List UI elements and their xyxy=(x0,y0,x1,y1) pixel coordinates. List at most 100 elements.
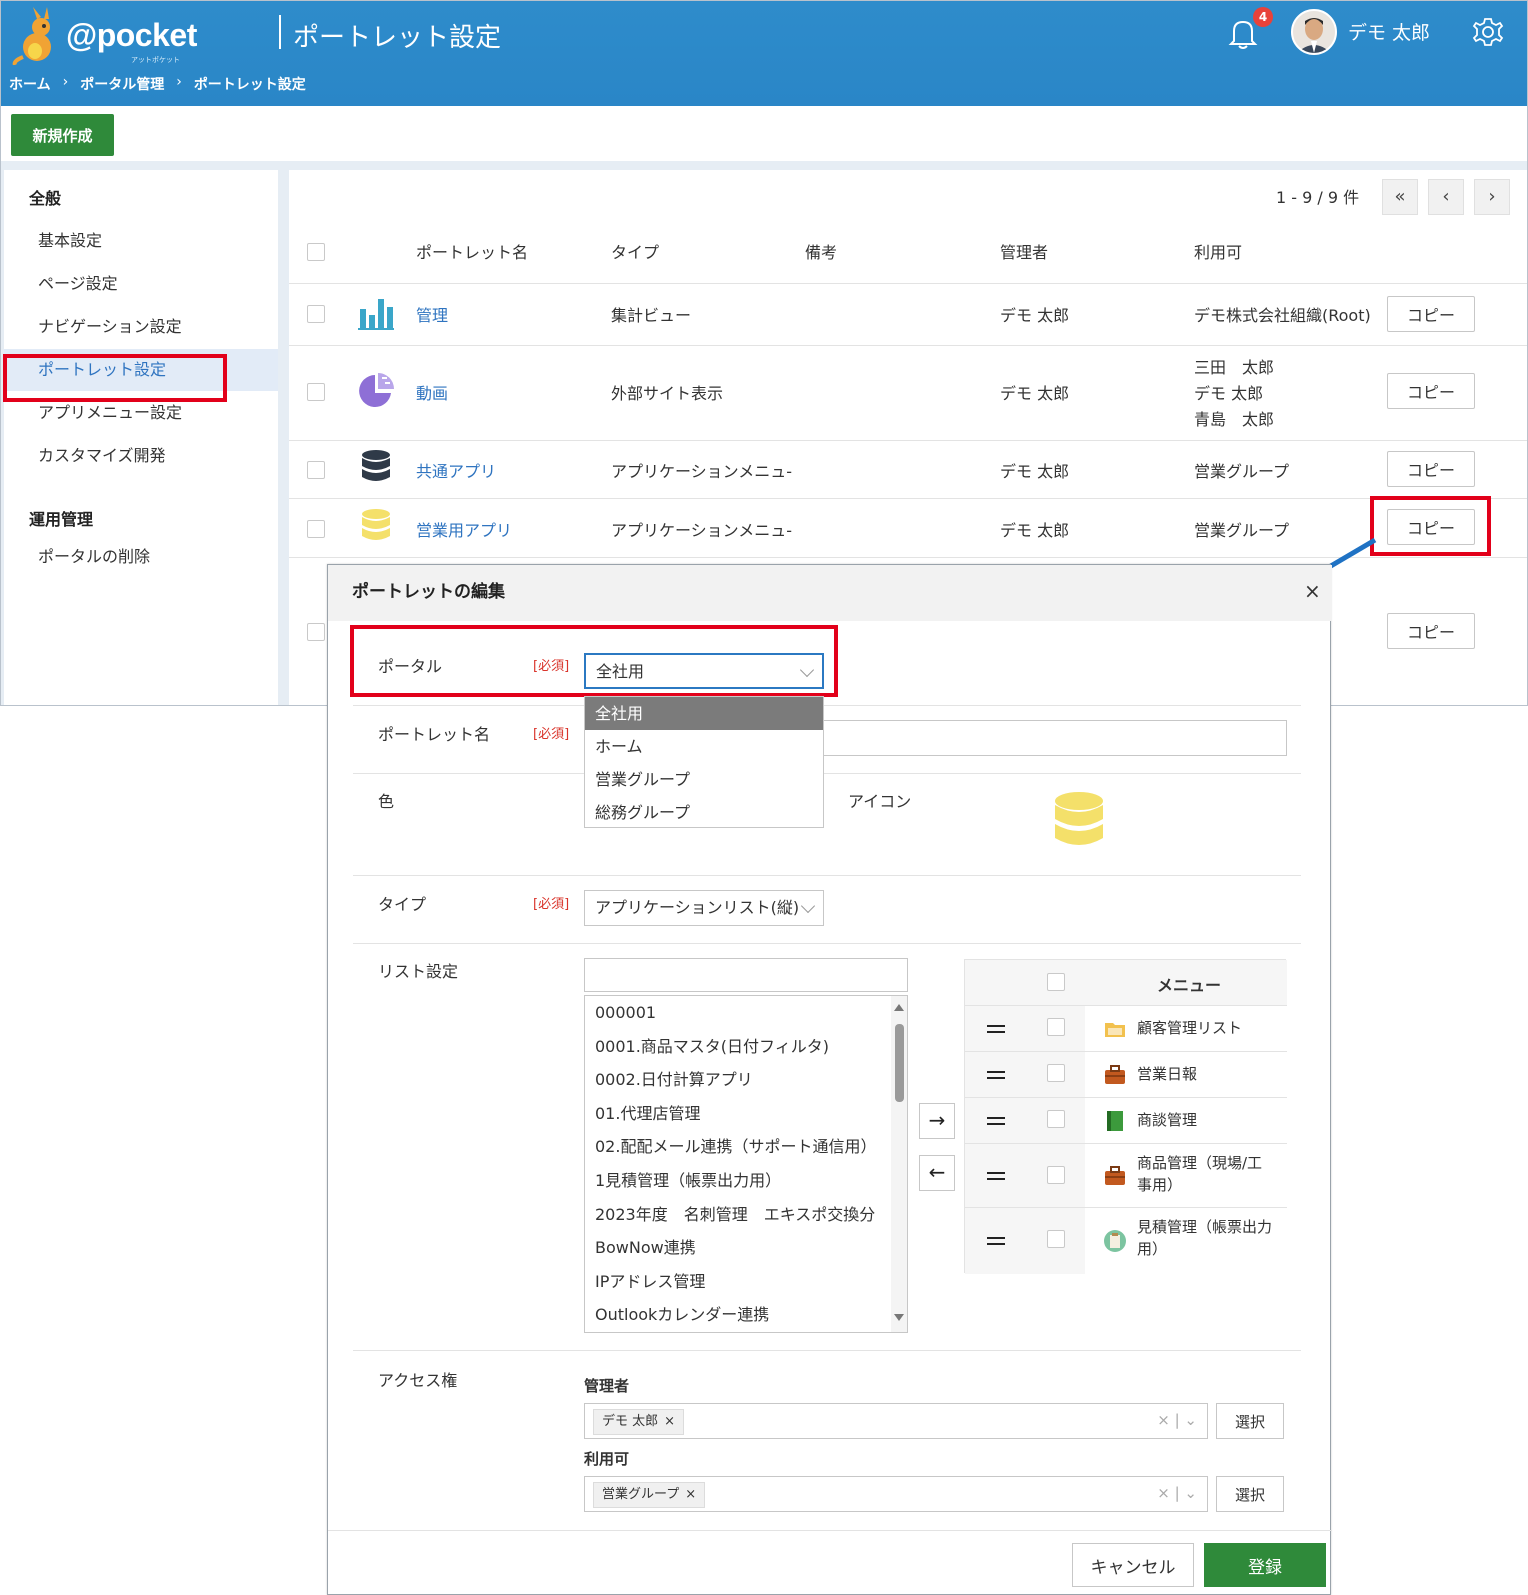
row-checkbox[interactable] xyxy=(307,383,325,401)
menu-item-label: 商品管理（現場/工事用） xyxy=(1137,1154,1263,1194)
pager-next-button[interactable]: › xyxy=(1474,179,1510,215)
list-item[interactable]: 0001.商品マスタ(日付フィルタ) xyxy=(585,1030,907,1064)
admin-tag-field[interactable]: デモ 太郎 × × | ⌄ xyxy=(584,1403,1208,1439)
menu-header-label: メニュー xyxy=(1157,976,1222,995)
breadcrumb-portal-admin[interactable]: ポータル管理 xyxy=(80,74,164,94)
breadcrumb-home[interactable]: ホーム xyxy=(9,74,51,94)
scroll-up-icon[interactable] xyxy=(894,1004,904,1011)
row-checkbox[interactable] xyxy=(307,461,325,479)
list-item[interactable]: 000001 xyxy=(585,996,907,1030)
row-checkbox[interactable] xyxy=(307,623,325,641)
sidebar-item-custom-development[interactable]: カスタマイズ開発 xyxy=(4,435,278,477)
admin-tag-label: デモ 太郎 xyxy=(602,1414,659,1429)
tag-remove-icon[interactable]: × xyxy=(664,1414,675,1429)
menu-row-checkbox[interactable] xyxy=(1047,1110,1065,1128)
portlet-name-link[interactable]: 共通アプリ xyxy=(416,458,496,482)
portal-option[interactable]: ホーム xyxy=(585,730,823,763)
new-button[interactable]: 新規作成 xyxy=(11,114,114,156)
menu-item-label: 見積管理（帳票出力用） xyxy=(1137,1218,1273,1258)
chevron-down-icon[interactable]: ⌄ xyxy=(1184,1411,1197,1429)
clear-icon[interactable]: × xyxy=(1157,1411,1170,1429)
drag-handle-icon[interactable] xyxy=(987,1071,1005,1079)
menu-table: メニュー 顧客管理リスト 営業日報 商談管理 商品管理（現場/工事用） 見積管理… xyxy=(964,959,1287,1274)
app-logo[interactable]: @pocket アットポケット xyxy=(11,7,211,65)
list-item[interactable]: 02.配配メール連携（サポート通信用） xyxy=(585,1130,907,1164)
usable-select-button[interactable]: 選択 xyxy=(1216,1476,1284,1512)
drag-handle-icon[interactable] xyxy=(987,1237,1005,1245)
pager-first-button[interactable]: « xyxy=(1382,179,1418,215)
column-header-note[interactable]: 備考 xyxy=(805,239,837,263)
copy-button[interactable]: コピー xyxy=(1387,451,1475,487)
list-item[interactable]: 0002.日付計算アプリ xyxy=(585,1063,907,1097)
list-scrollbar[interactable] xyxy=(891,996,907,1332)
list-item[interactable]: IPアドレス管理 xyxy=(585,1265,907,1299)
clear-icon[interactable]: × xyxy=(1157,1484,1170,1502)
column-header-name[interactable]: ポートレット名 xyxy=(416,239,528,263)
menu-select-all-checkbox[interactable] xyxy=(1047,973,1065,991)
menu-row-checkbox[interactable] xyxy=(1047,1230,1065,1248)
move-left-button[interactable]: ← xyxy=(919,1155,955,1191)
notification-badge: 4 xyxy=(1253,7,1273,27)
column-header-type[interactable]: タイプ xyxy=(611,239,659,263)
portlet-name-link[interactable]: 管理 xyxy=(416,302,448,326)
list-search-input[interactable] xyxy=(584,958,908,992)
copy-button[interactable]: コピー xyxy=(1387,296,1475,332)
sidebar-item-page-settings[interactable]: ページ設定 xyxy=(4,263,278,305)
available-list[interactable]: 000001 0001.商品マスタ(日付フィルタ) 0002.日付計算アプリ 0… xyxy=(584,995,908,1333)
portal-option[interactable]: 全社用 xyxy=(585,697,823,730)
cancel-button[interactable]: キャンセル xyxy=(1072,1543,1194,1587)
copy-button[interactable]: コピー xyxy=(1387,373,1475,409)
usable-tag-field[interactable]: 営業グループ × × | ⌄ xyxy=(584,1476,1208,1512)
row-checkbox[interactable] xyxy=(307,520,325,538)
toolbar: 新規作成 xyxy=(1,106,1527,164)
sidebar-item-basic-settings[interactable]: 基本設定 xyxy=(4,220,278,262)
tag-remove-icon[interactable]: × xyxy=(685,1487,696,1502)
list-item[interactable]: BowNow連携 xyxy=(585,1231,907,1265)
sidebar-item-delete-portal[interactable]: ポータルの削除 xyxy=(4,536,278,578)
portlet-type: アプリケーションメニュ- xyxy=(611,462,792,481)
gear-icon[interactable] xyxy=(1471,15,1505,49)
select-all-checkbox[interactable] xyxy=(307,243,325,261)
pager-prev-button[interactable]: ‹ xyxy=(1428,179,1464,215)
color-label: 色 xyxy=(378,792,395,811)
avatar[interactable] xyxy=(1291,9,1337,55)
list-item[interactable]: 01.代理店管理 xyxy=(585,1097,907,1131)
menu-row-checkbox[interactable] xyxy=(1047,1018,1065,1036)
scrollbar-thumb[interactable] xyxy=(895,1024,904,1102)
list-item[interactable]: Outlookカレンダー連携 xyxy=(585,1298,907,1332)
sidebar-item-navigation-settings[interactable]: ナビゲーション設定 xyxy=(4,306,278,348)
move-right-button[interactable]: → xyxy=(919,1103,955,1139)
portal-option[interactable]: 営業グループ xyxy=(585,763,823,796)
portal-option[interactable]: 総務グループ xyxy=(585,796,823,829)
type-select[interactable]: アプリケーションリスト(縦) xyxy=(584,890,824,926)
drag-handle-icon[interactable] xyxy=(987,1025,1005,1033)
menu-item-cell: 見積管理（帳票出力用） xyxy=(1085,1208,1287,1274)
menu-row-checkbox[interactable] xyxy=(1047,1064,1065,1082)
menu-item-label: 商談管理 xyxy=(1137,1111,1198,1129)
database-icon xyxy=(362,450,390,481)
row-checkbox[interactable] xyxy=(307,305,325,323)
column-header-usable[interactable]: 利用可 xyxy=(1194,239,1242,263)
list-item[interactable]: 1見積管理（帳票出力用） xyxy=(585,1164,907,1198)
portlet-admin: デモ 太郎 xyxy=(1000,306,1070,325)
portlet-type: 外部サイト表示 xyxy=(611,384,724,403)
column-header-admin[interactable]: 管理者 xyxy=(1000,239,1048,263)
chevron-down-icon[interactable]: ⌄ xyxy=(1184,1484,1197,1502)
register-button[interactable]: 登録 xyxy=(1204,1543,1326,1587)
database-icon[interactable] xyxy=(1053,791,1105,855)
drag-handle-icon[interactable] xyxy=(987,1172,1005,1180)
user-name[interactable]: デモ 太郎 xyxy=(1348,18,1430,45)
admin-select-button[interactable]: 選択 xyxy=(1216,1403,1284,1439)
portlet-name-link[interactable]: 営業用アプリ xyxy=(416,517,512,541)
close-icon[interactable]: × xyxy=(1304,579,1321,603)
database-icon xyxy=(362,509,390,540)
list-item[interactable]: 2023年度 名刺管理 エキスポ交換分 xyxy=(585,1198,907,1232)
portlet-name-link[interactable]: 動画 xyxy=(416,380,448,404)
copy-button[interactable]: コピー xyxy=(1387,613,1475,649)
access-rights-label: アクセス権 xyxy=(378,1371,458,1390)
menu-row: 見積管理（帳票出力用） xyxy=(965,1208,1287,1274)
scroll-down-icon[interactable] xyxy=(894,1314,904,1321)
usable-sublabel: 利用可 xyxy=(584,1450,630,1468)
drag-handle-icon[interactable] xyxy=(987,1117,1005,1125)
menu-row-checkbox[interactable] xyxy=(1047,1166,1065,1184)
